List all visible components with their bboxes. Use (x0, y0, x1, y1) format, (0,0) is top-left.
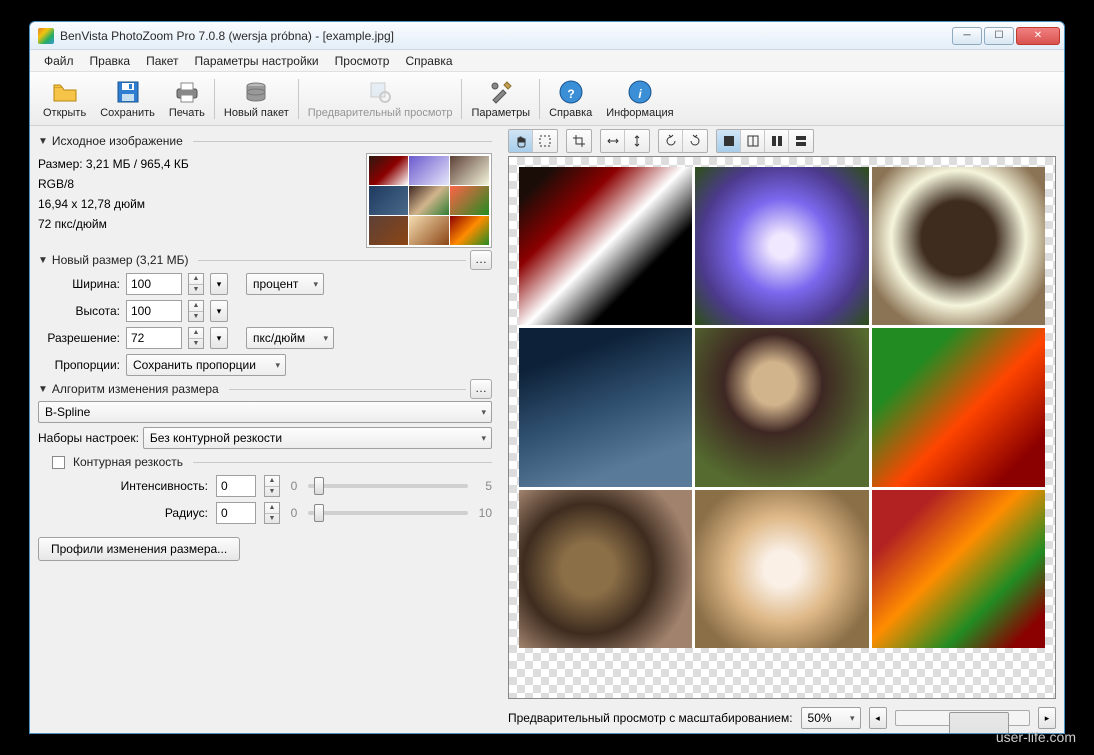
tools-icon (487, 78, 515, 106)
horizontal-scrollbar[interactable] (895, 710, 1030, 726)
maximize-button[interactable]: ☐ (984, 27, 1014, 45)
source-section-header[interactable]: ▼ Исходное изображение (38, 132, 492, 150)
zoom-label: Предварительный просмотр с масштабирован… (508, 711, 793, 725)
radius-slider[interactable] (308, 511, 468, 515)
new-batch-button[interactable]: Новый пакет (217, 75, 296, 122)
title-bar: BenVista PhotoZoom Pro 7.0.8 (wersja pró… (30, 22, 1064, 50)
minimize-button[interactable]: ─ (952, 27, 982, 45)
preview-panel: Предварительный просмотр с масштабирован… (500, 126, 1064, 733)
menu-edit[interactable]: Правка (82, 51, 139, 71)
intensity-spinner[interactable]: ▲▼ (264, 475, 280, 497)
resolution-input[interactable] (126, 327, 182, 349)
collapse-icon: ▼ (38, 384, 48, 395)
resolution-label: Разрешение: (38, 331, 120, 345)
resolution-spinner[interactable]: ▲▼ (188, 327, 204, 349)
rotate-right-button[interactable] (683, 130, 707, 152)
floppy-disk-icon (114, 78, 142, 106)
menu-help[interactable]: Справка (397, 51, 460, 71)
settings-panel: ▼ Исходное изображение Размер: 3,21 МБ /… (30, 126, 500, 733)
newsize-section-header[interactable]: ▼ Новый размер (3,21 МБ) … (38, 251, 492, 269)
resize-more-button[interactable]: … (470, 379, 492, 399)
view-split-h-button[interactable] (789, 130, 813, 152)
parameters-button[interactable]: Параметры (464, 75, 537, 122)
resolution-lock-button[interactable]: ▾ (210, 327, 228, 349)
width-spinner[interactable]: ▲▼ (188, 273, 204, 295)
crop-tool-button[interactable] (567, 130, 591, 152)
main-toolbar: Открыть Сохранить Печать Новый пакет Пре… (30, 72, 1064, 126)
info-icon: i (626, 78, 654, 106)
collapse-icon: ▼ (38, 255, 48, 266)
resolution-unit-combo[interactable]: пкс/дюйм (246, 327, 334, 349)
radius-spinner[interactable]: ▲▼ (264, 502, 280, 524)
height-lock-button[interactable]: ▾ (210, 300, 228, 322)
rotate-left-button[interactable] (659, 130, 683, 152)
preview-bottom-bar: Предварительный просмотр с масштабирован… (500, 703, 1064, 733)
zoom-combo[interactable]: 50% (801, 707, 861, 729)
open-button[interactable]: Открыть (36, 75, 93, 122)
source-dpi-label: 72 пкс/дюйм (38, 217, 356, 231)
source-mode-label: RGB/8 (38, 177, 356, 191)
width-input[interactable] (126, 273, 182, 295)
collapse-icon: ▼ (38, 136, 48, 147)
scroll-left-button[interactable]: ◂ (869, 707, 887, 729)
menu-view[interactable]: Просмотр (327, 51, 398, 71)
info-button[interactable]: i Информация (599, 75, 680, 122)
intensity-label: Интенсивность: (78, 479, 208, 493)
hand-tool-button[interactable] (509, 130, 533, 152)
height-spinner[interactable]: ▲▼ (188, 300, 204, 322)
intensity-input[interactable] (216, 475, 256, 497)
print-button[interactable]: Печать (162, 75, 212, 122)
folder-open-icon (51, 78, 79, 106)
intensity-slider[interactable] (308, 484, 468, 488)
menu-batch[interactable]: Пакет (138, 51, 186, 71)
presets-combo[interactable]: Без контурной резкости (143, 427, 492, 449)
aspect-label: Пропорции: (38, 358, 120, 372)
menu-bar: Файл Правка Пакет Параметры настройки Пр… (30, 50, 1064, 72)
preview-canvas[interactable] (508, 156, 1056, 699)
view-single-button[interactable] (717, 130, 741, 152)
help-button[interactable]: ? Справка (542, 75, 599, 122)
menu-file[interactable]: Файл (36, 51, 82, 71)
width-label: Ширина: (38, 277, 120, 291)
algorithm-combo[interactable]: B-Spline (38, 401, 492, 423)
printer-icon (173, 78, 201, 106)
unsharp-label: Контурная резкость (73, 455, 183, 469)
aspect-combo[interactable]: Сохранить пропорции (126, 354, 286, 376)
radius-input[interactable] (216, 502, 256, 524)
application-window: BenVista PhotoZoom Pro 7.0.8 (wersja pró… (29, 21, 1065, 734)
presets-label: Наборы настроек: (38, 431, 139, 445)
close-button[interactable]: ✕ (1016, 27, 1060, 45)
preview-toolbar (500, 126, 1064, 156)
watermark-label: user-life.com (996, 729, 1076, 745)
view-split-center-button[interactable] (741, 130, 765, 152)
scroll-right-button[interactable]: ▸ (1038, 707, 1056, 729)
radius-label: Радиус: (78, 506, 208, 520)
selection-tool-button[interactable] (533, 130, 557, 152)
source-dims-label: 16,94 x 12,78 дюйм (38, 197, 356, 211)
app-icon (38, 28, 54, 44)
save-button[interactable]: Сохранить (93, 75, 162, 122)
svg-text:?: ? (567, 87, 574, 101)
preview-button[interactable]: Предварительный просмотр (301, 75, 460, 122)
magnifier-icon (366, 78, 394, 106)
menu-settings[interactable]: Параметры настройки (187, 51, 327, 71)
window-title: BenVista PhotoZoom Pro 7.0.8 (wersja pró… (60, 29, 952, 43)
flip-vertical-button[interactable] (625, 130, 649, 152)
resize-profiles-button[interactable]: Профили изменения размера... (38, 537, 240, 561)
height-input[interactable] (126, 300, 182, 322)
resize-section-header[interactable]: ▼ Алгоритм изменения размера … (38, 380, 492, 398)
flip-horizontal-button[interactable] (601, 130, 625, 152)
database-icon (242, 78, 270, 106)
height-label: Высота: (38, 304, 120, 318)
unsharp-checkbox[interactable] (52, 456, 65, 469)
width-lock-button[interactable]: ▾ (210, 273, 228, 295)
help-icon: ? (557, 78, 585, 106)
source-thumbnail[interactable] (366, 153, 492, 248)
width-unit-combo[interactable]: процент (246, 273, 324, 295)
source-size-label: Размер: 3,21 МБ / 965,4 КБ (38, 157, 356, 171)
newsize-more-button[interactable]: … (470, 250, 492, 270)
view-split-v-button[interactable] (765, 130, 789, 152)
